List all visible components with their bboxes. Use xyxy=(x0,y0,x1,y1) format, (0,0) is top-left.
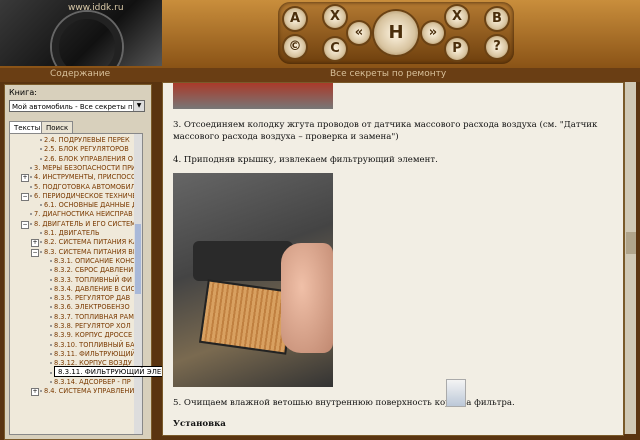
app-header: www.iddk.ru A X « H » X B © C P ? xyxy=(0,0,640,68)
nav-button-b[interactable]: B xyxy=(486,8,508,30)
page-marker xyxy=(446,379,466,407)
tree-item[interactable]: 8.1. ДВИГАТЕЛЬ xyxy=(40,229,100,238)
book-label: Книга: xyxy=(9,88,37,97)
contents-sidebar: Книга: Мой автомобиль - Все секреты по р… xyxy=(4,84,152,440)
tree-item[interactable]: 3. МЕРЫ БЕЗОПАСНОСТИ ПРИ xyxy=(30,164,136,173)
tree-item[interactable]: 8. ДВИГАТЕЛЬ И ЕГО СИСТЕМ xyxy=(30,220,136,229)
tree-item[interactable]: 8.3.10. ТОПЛИВНЫЙ БА xyxy=(50,341,135,350)
step-5-text: 5. Очищаем влажной ветошью внутреннюю по… xyxy=(173,398,515,408)
nav-button-c[interactable]: C xyxy=(324,38,346,60)
tree-item[interactable]: 2.5. БЛОК РЕГУЛЯТОРОВ xyxy=(40,145,129,154)
collapse-icon[interactable]: − xyxy=(31,248,39,257)
contents-label: Содержание xyxy=(50,69,111,79)
tree-item[interactable]: 4. ИНСТРУМЕНТЫ, ПРИСПОСС xyxy=(30,173,136,182)
section-bar: Содержание Все секреты по ремонту xyxy=(0,68,640,82)
nav-button-copyright[interactable]: © xyxy=(284,36,306,58)
tree-item[interactable]: 8.3.9. КОРПУС ДРОССЕ xyxy=(49,331,132,340)
tree-item[interactable]: 8.3.7. ТОПЛИВНАЯ РАМ xyxy=(50,313,134,322)
section-title: Все секреты по ремонту xyxy=(330,69,447,79)
steering-wheel-graphic xyxy=(52,12,122,66)
tree-item[interactable]: 8.2. СИСТЕМА ПИТАНИЯ КА xyxy=(40,238,138,247)
hand-graphic xyxy=(281,243,333,353)
book-select-value: Мой автомобиль - Все секреты по ре xyxy=(12,103,145,111)
content-scrollbar-thumb[interactable] xyxy=(626,232,636,254)
tree-item[interactable]: 8.3.4. ДАВЛЕНИЕ В СИС xyxy=(49,285,135,294)
tree-item[interactable]: 8.3.11. ФИЛЬТРУЮЩИЙ xyxy=(49,350,135,359)
site-url: www.iddk.ru xyxy=(68,3,124,13)
tree-item[interactable]: 8.3.14. АДСОРБЕР - ПР xyxy=(50,378,131,387)
tree-item[interactable]: 6.1. ОСНОВНЫЕ ДАННЫЕ Д xyxy=(40,201,137,210)
car-interior-photo: www.iddk.ru xyxy=(0,0,162,66)
article-content: 3. Отсоединяем колодку жгута проводов от… xyxy=(162,82,624,436)
tree-item[interactable]: 7. ДИАГНОСТИКА НЕИСПРАВ xyxy=(30,210,133,219)
tree-item[interactable]: 8.3.3. ТОПЛИВНЫЙ ФИ xyxy=(50,276,132,285)
step-3-text: 3. Отсоединяем колодку жгута проводов от… xyxy=(173,120,598,142)
chevron-down-icon[interactable]: ▼ xyxy=(133,101,144,111)
nav-button-a[interactable]: A xyxy=(284,8,306,30)
tree-item[interactable]: 8.3.6. ЭЛЕКТРОБЕНЗО xyxy=(50,303,130,312)
tree-item[interactable]: 8.3. СИСТЕМА ПИТАНИЯ ВП xyxy=(40,248,138,257)
nav-button-forward[interactable]: » xyxy=(422,22,444,44)
nav-button-x-left[interactable]: X xyxy=(324,6,346,28)
collapse-icon[interactable]: − xyxy=(21,192,29,201)
expand-icon[interactable]: + xyxy=(31,239,39,248)
nav-button-help[interactable]: ? xyxy=(486,36,508,58)
tree-scrollbar[interactable] xyxy=(134,134,142,434)
engine-photo-top xyxy=(173,83,333,109)
tree-item[interactable]: 8.3.8. РЕГУЛЯТОР ХОЛ xyxy=(50,322,131,331)
tree-item[interactable]: 8.4. СИСТЕМА УПРАВЛЕНИ xyxy=(39,387,134,396)
tree-item[interactable]: 2.6. БЛОК УПРАВЛЕНИЯ О xyxy=(40,155,133,164)
tree-item[interactable]: 2.4. ПОДРУЛЕВЫЕ ПЕРЕК xyxy=(40,136,130,145)
tree-item[interactable]: 6. ПЕРИОДИЧЕСКОЕ ТЕХНИЧЕ xyxy=(29,192,136,201)
installation-heading: Установка xyxy=(173,419,226,429)
expand-icon[interactable]: + xyxy=(21,174,29,183)
tree-item[interactable]: 8.3.5. РЕГУЛЯТОР ДАВ xyxy=(49,294,130,303)
nav-button-p[interactable]: P xyxy=(446,38,468,60)
nav-button-back[interactable]: « xyxy=(348,22,370,44)
filter-lid-graphic xyxy=(193,241,293,281)
step-4-text: 4. Приподняв крышку, извлекаем фильтрующ… xyxy=(173,155,438,165)
tree-item[interactable]: 5. ПОДГОТОВКА АВТОМОБИЛЯ xyxy=(29,183,140,192)
expand-icon[interactable]: + xyxy=(31,388,39,397)
book-select[interactable]: Мой автомобиль - Все секреты по ре ▼ xyxy=(9,100,145,112)
nav-button-x-right[interactable]: X xyxy=(446,6,468,28)
tree-item[interactable]: 8.3.2. СБРОС ДАВЛЕНИ xyxy=(49,266,133,275)
right-frame xyxy=(636,82,640,439)
air-filter-photo xyxy=(173,173,333,387)
tree-scrollbar-thumb[interactable] xyxy=(135,224,141,294)
collapse-icon[interactable]: − xyxy=(21,220,29,229)
tree-item[interactable]: 8.3.1. ОПИСАНИЕ КОНС xyxy=(50,257,135,266)
navigation-panel: A X « H » X B © C P ? xyxy=(278,2,514,64)
nav-button-home[interactable]: H xyxy=(374,11,418,55)
contents-tree: 2.4. ПОДРУЛЕВЫЕ ПЕРЕК 2.5. БЛОК РЕГУЛЯТОР… xyxy=(9,133,143,435)
